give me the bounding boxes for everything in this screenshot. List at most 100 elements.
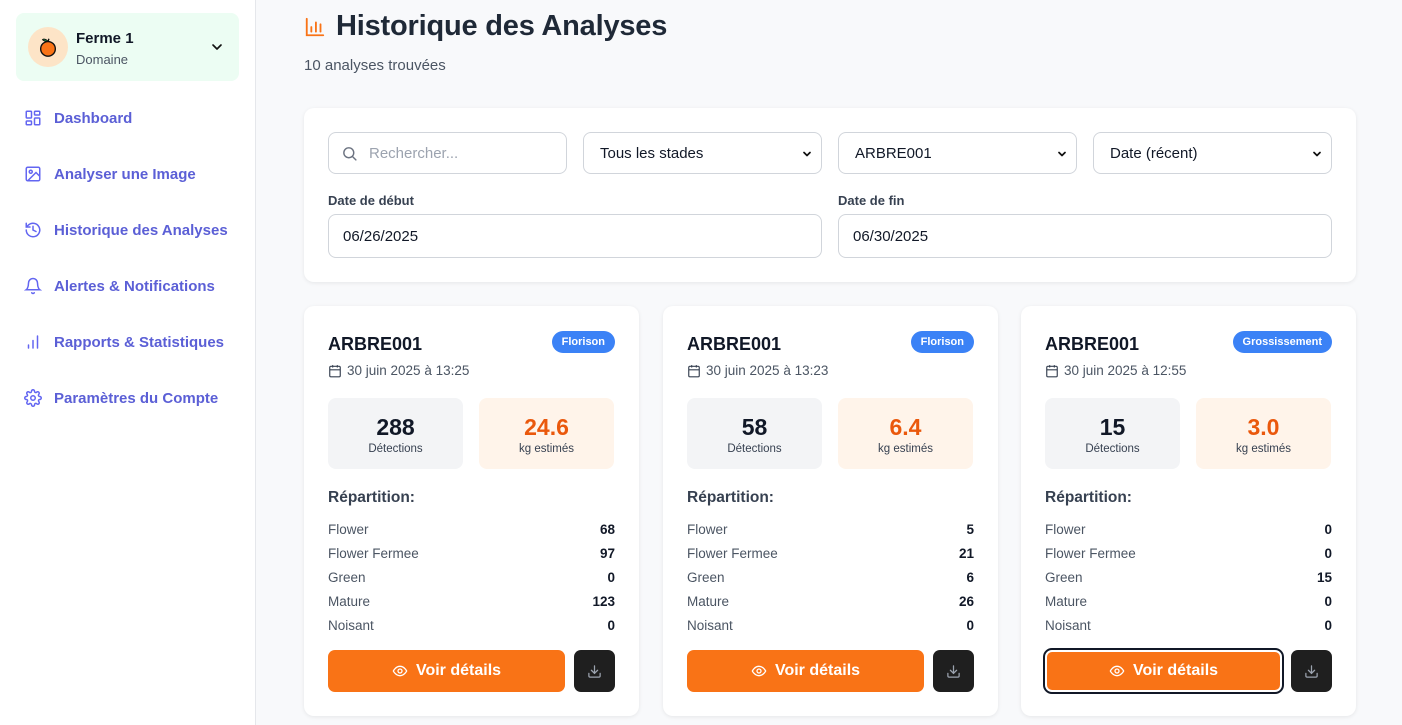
calendar-icon: [329, 364, 341, 377]
rep-label: Flower Fermee: [1045, 545, 1136, 561]
eye-icon: [1109, 665, 1125, 677]
tree-select-value: ARBRE001: [855, 144, 932, 162]
farm-name: Ferme 1: [76, 30, 134, 47]
gear-icon: [24, 389, 42, 407]
list-item: Flower 68: [328, 517, 615, 541]
search-input[interactable]: [369, 141, 559, 165]
rep-label: Noisant: [1045, 617, 1091, 633]
sidebar-item-parametres[interactable]: Paramètres du Compte: [16, 378, 240, 418]
detections-value: 58: [741, 413, 768, 440]
start-date-label: Date de début: [328, 193, 414, 208]
sidebar-item-label: Rapports & Statistiques: [54, 333, 225, 351]
view-details-button[interactable]: Voir détails: [1043, 648, 1284, 694]
view-details-button[interactable]: Voir détails: [687, 650, 924, 692]
list-item: Flower 0: [1045, 517, 1332, 541]
download-button[interactable]: [933, 650, 974, 692]
rep-value: 97: [599, 545, 615, 561]
list-item: Flower Fermee 0: [1045, 541, 1332, 565]
view-details-label: Voir détails: [1132, 662, 1219, 679]
chevron-down-icon: [803, 151, 811, 157]
orange-fruit-icon: [39, 38, 57, 57]
download-icon: [588, 664, 601, 678]
rep-value: 0: [607, 569, 615, 585]
sidebar-item-rapports[interactable]: Rapports & Statistiques: [16, 322, 240, 362]
list-item: Green 15: [1045, 565, 1332, 589]
tree-id: ARBRE001: [328, 334, 423, 354]
download-button[interactable]: [1291, 650, 1332, 692]
list-item: Mature 0: [1045, 589, 1332, 613]
farm-selector[interactable]: Ferme 1 Domaine: [16, 13, 239, 81]
detections-value: 288: [376, 413, 415, 440]
sidebar-nav: Dashboard Analyser une Image Historique …: [16, 98, 240, 434]
sidebar-item-dashboard[interactable]: Dashboard: [16, 98, 240, 138]
rep-label: Green: [1045, 569, 1083, 585]
repartition-title: Répartition:: [1045, 489, 1132, 506]
dashboard-grid-icon: [25, 110, 41, 126]
kg-label: kg estimés: [878, 442, 933, 455]
image-icon: [25, 166, 41, 182]
sort-select[interactable]: Date (récent): [1093, 132, 1332, 174]
list-item: Flower Fermee 97: [328, 541, 615, 565]
analysis-date-text: 30 juin 2025 à 12:55: [1064, 363, 1187, 378]
end-date-label: Date de fin: [838, 193, 905, 208]
detections-stat: 288 Détections: [328, 398, 463, 469]
list-item: Mature 123: [328, 589, 615, 613]
repartition-title: Répartition:: [328, 489, 415, 506]
stage-select[interactable]: Tous les stades: [583, 132, 822, 174]
analysis-card: ARBRE001 Grossissement 30 juin 2025 à 12…: [1021, 306, 1356, 716]
kg-stat: 6.4 kg estimés: [838, 398, 973, 469]
detections-label: Détections: [1085, 442, 1140, 455]
download-button[interactable]: [574, 650, 615, 692]
view-details-button[interactable]: Voir détails: [328, 650, 565, 692]
sidebar-item-historique[interactable]: Historique des Analyses: [16, 210, 240, 250]
stage-select-value: Tous les stades: [600, 144, 704, 162]
filter-panel: Tous les stades ARBRE001 Date (récent) D…: [304, 108, 1356, 282]
start-date-input[interactable]: 06/26/2025: [328, 214, 822, 258]
sidebar-item-alertes[interactable]: Alertes & Notifications: [16, 266, 240, 306]
rep-value: 0: [1324, 593, 1332, 609]
list-item: Noisant 0: [1045, 613, 1332, 637]
sidebar-item-label: Analyser une Image: [54, 165, 196, 183]
analysis-date: 30 juin 2025 à 12:55: [1045, 363, 1186, 378]
kg-value: 24.6: [524, 413, 569, 440]
detections-label: Détections: [368, 442, 423, 455]
bar-chart-icon: [27, 335, 39, 349]
sidebar: Ferme 1 Domaine Dashboard Analyser une I…: [0, 0, 256, 725]
sidebar-item-analyser[interactable]: Analyser une Image: [16, 154, 240, 194]
list-item: Green 6: [687, 565, 974, 589]
eye-icon: [751, 665, 767, 677]
analysis-date: 30 juin 2025 à 13:23: [687, 363, 828, 378]
rep-value: 68: [599, 521, 615, 537]
list-item: Noisant 0: [328, 613, 615, 637]
rep-value: 0: [1324, 617, 1332, 633]
end-date-input[interactable]: 06/30/2025: [838, 214, 1332, 258]
rep-value: 15: [1316, 569, 1332, 585]
list-item: Noisant 0: [687, 613, 974, 637]
analysis-date-text: 30 juin 2025 à 13:23: [706, 363, 829, 378]
kg-label: kg estimés: [519, 442, 574, 455]
list-item: Flower Fermee 21: [687, 541, 974, 565]
repartition-list: Flower 68 Flower Fermee 97 Green 0 Mature 12…: [328, 517, 615, 637]
rep-label: Noisant: [328, 617, 374, 633]
rep-label: Flower: [687, 521, 728, 537]
calendar-icon: [1046, 364, 1058, 377]
chevron-down-icon: [1058, 151, 1066, 157]
rep-value: 123: [592, 593, 615, 609]
rep-label: Mature: [328, 593, 371, 609]
chevron-down-icon: [212, 44, 222, 50]
analysis-card: ARBRE001 Florison 30 juin 2025 à 13:23 5…: [663, 306, 998, 716]
repartition-list: Flower 5 Flower Fermee 21 Green 6 Mature 26 …: [687, 517, 974, 637]
view-details-label: Voir détails: [774, 662, 861, 679]
rep-label: Noisant: [687, 617, 733, 633]
tree-select[interactable]: ARBRE001: [838, 132, 1077, 174]
rep-value: 26: [958, 593, 974, 609]
rep-label: Flower: [1045, 521, 1086, 537]
stage-badge: Florison: [551, 331, 615, 353]
sidebar-item-label: Paramètres du Compte: [54, 389, 219, 407]
tree-id: ARBRE001: [1045, 334, 1140, 354]
repartition-title: Répartition:: [687, 489, 774, 506]
download-icon: [1305, 664, 1318, 678]
stage-badge: Florison: [910, 331, 974, 353]
kg-label: kg estimés: [1236, 442, 1291, 455]
rep-value: 0: [966, 617, 974, 633]
